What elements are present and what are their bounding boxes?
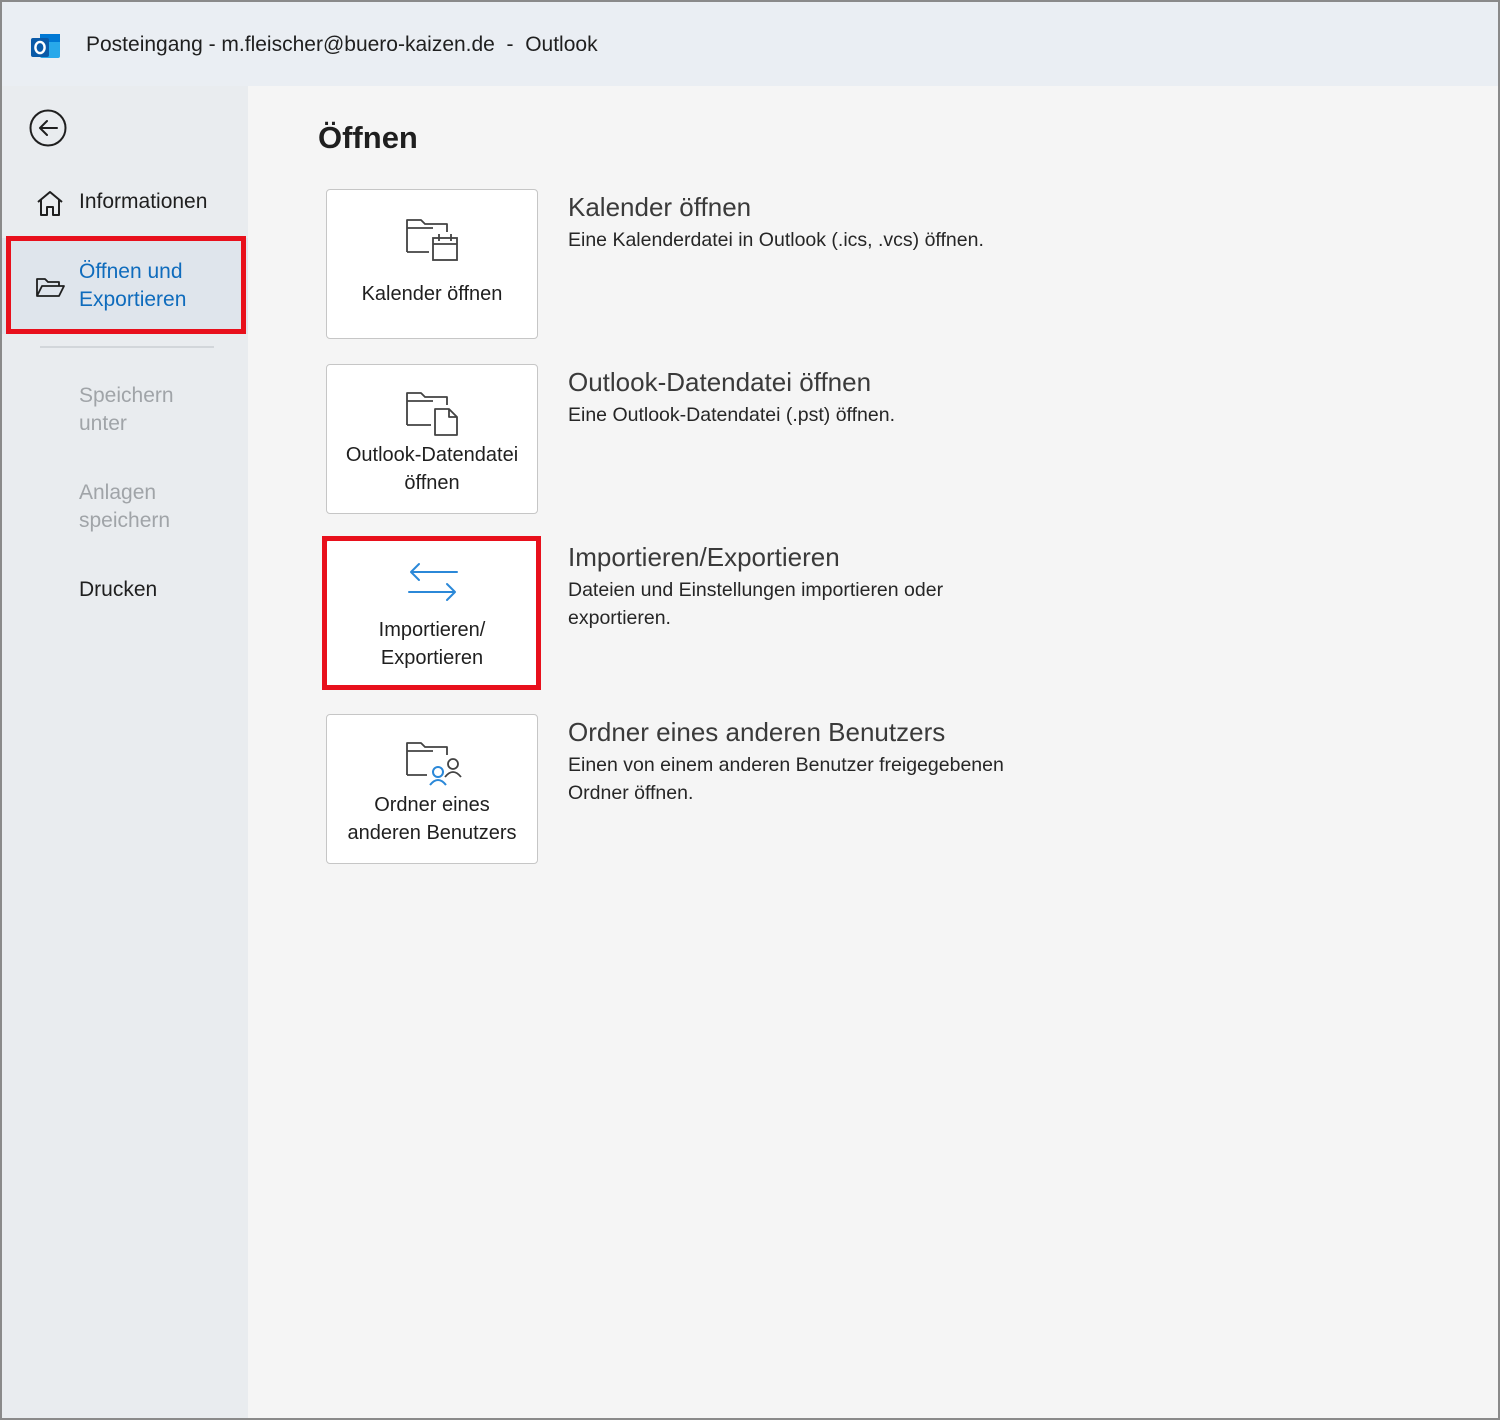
kalender-oeffnen-button[interactable]: Kalender öffnen xyxy=(326,189,538,339)
window-title: Posteingang - m.fleischer@buero-kaizen.d… xyxy=(86,33,598,56)
sidebar-item-label: Anlagen speichern xyxy=(79,481,171,532)
main-content: Öffnen Kalender öffnen Kalender öffnen E… xyxy=(248,86,1498,1418)
tile-label: Outlook-Datendatei öffnen xyxy=(345,444,519,494)
option-description: Dateien und Einstellungen importieren od… xyxy=(568,579,944,629)
option-description: Eine Outlook-Datendatei (.pst) öffnen. xyxy=(568,404,895,426)
option-description: Einen von einem anderen Benutzer freigeg… xyxy=(568,754,1004,804)
tile-label: Kalender öffnen xyxy=(361,283,503,305)
home-icon xyxy=(37,191,63,216)
sidebar-item-speichern-unter[interactable]: Speichern unter xyxy=(2,382,248,442)
ordner-anderer-benutzer-description: Ordner eines anderen Benutzers Einen von… xyxy=(568,715,1008,807)
page-title: Öffnen xyxy=(318,120,418,155)
option-description: Eine Kalenderdatei in Outlook (.ics, .vc… xyxy=(568,229,984,251)
sidebar-item-label: Öffnen und Exportieren xyxy=(79,260,187,311)
outlook-datendatei-description: Outlook-Datendatei öffnen Eine Outlook-D… xyxy=(568,365,1008,429)
selection-indicator xyxy=(6,246,10,326)
option-title: Importieren/Exportieren xyxy=(568,542,840,572)
sidebar-divider xyxy=(40,346,214,348)
sidebar-item-label: Drucken xyxy=(79,578,158,601)
back-arrow-icon[interactable] xyxy=(28,108,68,148)
import-export-arrows-icon xyxy=(408,563,458,601)
ordner-anderer-benutzer-button[interactable]: Ordner eines anderen Benutzers xyxy=(326,714,538,864)
folder-file-icon xyxy=(406,392,458,436)
tile-label: Importieren/ Exportieren xyxy=(378,619,486,669)
folder-users-icon xyxy=(406,742,462,786)
sidebar-item-informationen[interactable]: Informationen xyxy=(2,186,248,220)
sidebar-item-drucken[interactable]: Drucken xyxy=(2,576,248,606)
sidebar-item-label: Informationen xyxy=(79,190,208,213)
option-title: Outlook-Datendatei öffnen xyxy=(568,367,872,397)
importieren-exportieren-description: Importieren/Exportieren Dateien und Eins… xyxy=(568,540,1008,632)
folder-calendar-icon xyxy=(406,219,458,261)
outlook-icon xyxy=(31,34,60,58)
outlook-window: Posteingang - m.fleischer@buero-kaizen.d… xyxy=(0,0,1500,1420)
importieren-exportieren-button[interactable]: Importieren/ Exportieren xyxy=(326,539,538,689)
title-bar: Posteingang - m.fleischer@buero-kaizen.d… xyxy=(2,2,1498,86)
sidebar-item-label: Speichern unter xyxy=(79,384,174,435)
tile-label: Ordner eines anderen Benutzers xyxy=(347,794,517,844)
option-title: Kalender öffnen xyxy=(568,192,752,222)
sidebar-item-anlagen-speichern[interactable]: Anlagen speichern xyxy=(2,479,248,539)
folder-open-icon xyxy=(36,278,65,297)
kalender-oeffnen-description: Kalender öffnen Eine Kalenderdatei in Ou… xyxy=(568,190,1008,254)
outlook-datendatei-oeffnen-button[interactable]: Outlook-Datendatei öffnen xyxy=(326,364,538,514)
backstage-sidebar: Informationen Öffnen und Exportieren Spe… xyxy=(2,86,248,1418)
option-title: Ordner eines anderen Benutzers xyxy=(568,717,946,747)
sidebar-item-oeffnen-und-exportieren[interactable]: Öffnen und Exportieren xyxy=(2,238,248,334)
